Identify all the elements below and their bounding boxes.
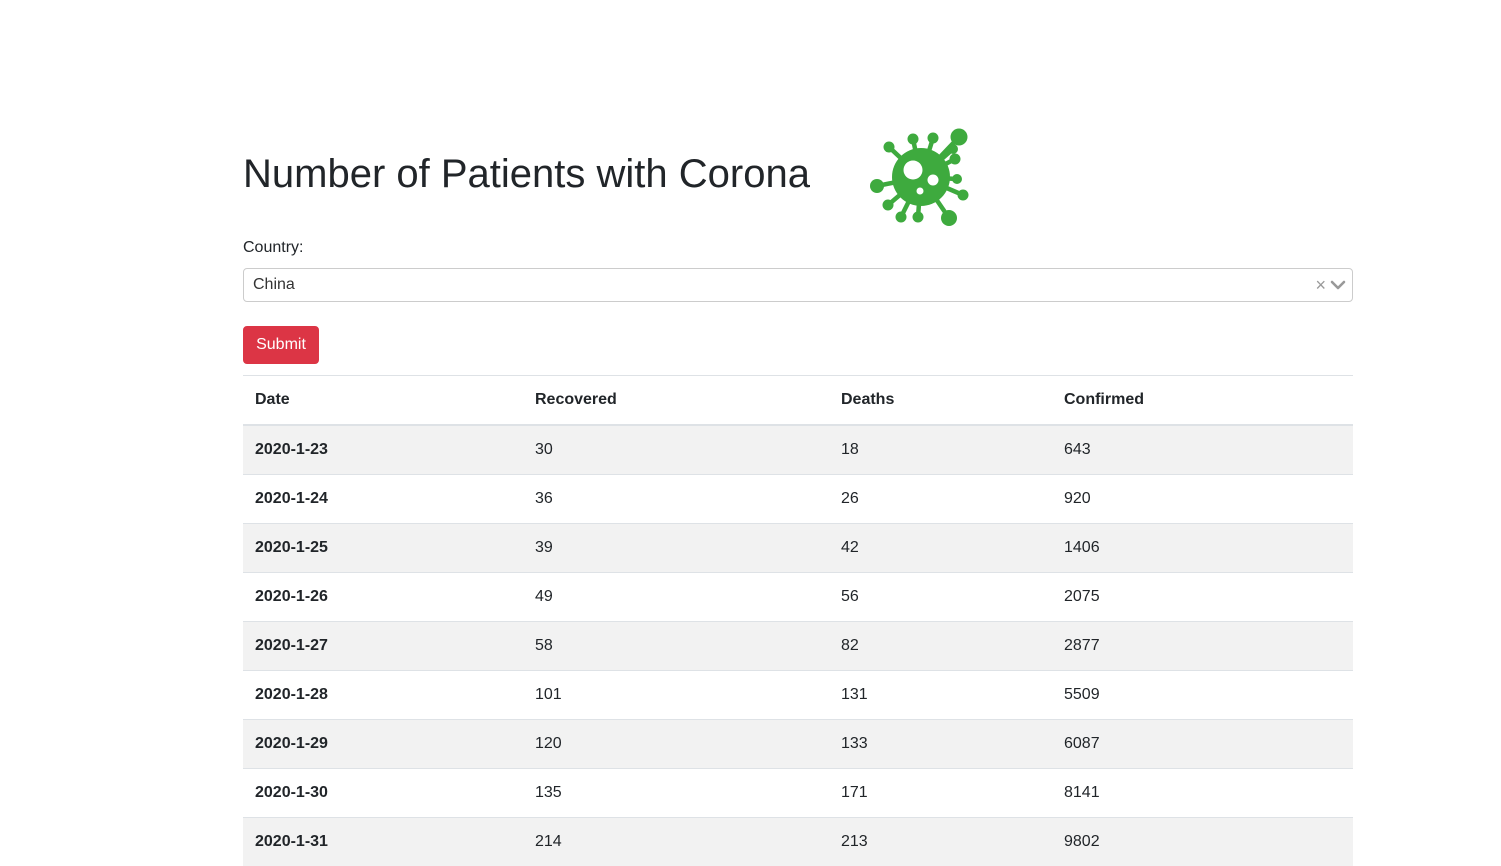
virus-icon (869, 125, 973, 229)
country-select-value: China (253, 276, 295, 294)
date-cell: 2020-1-26 (243, 573, 523, 622)
clear-icon[interactable]: × (1315, 275, 1326, 295)
submit-button[interactable]: Submit (243, 326, 319, 364)
confirmed-cell: 2877 (1052, 622, 1353, 671)
deaths-cell: 82 (829, 622, 1052, 671)
recovered-cell: 135 (523, 769, 829, 818)
patients-table: Date Recovered Deaths Confirmed 2020-1-2… (243, 375, 1353, 866)
deaths-cell: 171 (829, 769, 1052, 818)
deaths-cell: 133 (829, 720, 1052, 769)
page-header: Number of Patients with Corona (243, 120, 1353, 232)
date-cell: 2020-1-23 (243, 425, 523, 475)
date-cell: 2020-1-25 (243, 524, 523, 573)
table-header-row: Date Recovered Deaths Confirmed (243, 376, 1353, 426)
date-cell: 2020-1-29 (243, 720, 523, 769)
table-row: 2020-1-2539421406 (243, 524, 1353, 573)
date-cell: 2020-1-28 (243, 671, 523, 720)
table-row: 2020-1-312142139802 (243, 818, 1353, 866)
table-row: 2020-1-2758822877 (243, 622, 1353, 671)
deaths-cell: 26 (829, 475, 1052, 524)
date-cell: 2020-1-30 (243, 769, 523, 818)
recovered-cell: 39 (523, 524, 829, 573)
country-label: Country: (243, 238, 303, 258)
column-header-deaths: Deaths (829, 376, 1052, 426)
table-row: 2020-1-2649562075 (243, 573, 1353, 622)
date-cell: 2020-1-27 (243, 622, 523, 671)
recovered-cell: 101 (523, 671, 829, 720)
confirmed-cell: 643 (1052, 425, 1353, 475)
confirmed-cell: 920 (1052, 475, 1353, 524)
confirmed-cell: 2075 (1052, 573, 1353, 622)
confirmed-cell: 8141 (1052, 769, 1353, 818)
confirmed-cell: 9802 (1052, 818, 1353, 866)
chevron-down-icon[interactable] (1330, 279, 1346, 291)
table-body: 2020-1-2330186432020-1-2436269202020-1-2… (243, 425, 1353, 866)
deaths-cell: 18 (829, 425, 1052, 475)
recovered-cell: 49 (523, 573, 829, 622)
table-row: 2020-1-281011315509 (243, 671, 1353, 720)
recovered-cell: 214 (523, 818, 829, 866)
country-select[interactable]: China × (243, 268, 1353, 302)
column-header-confirmed: Confirmed (1052, 376, 1353, 426)
recovered-cell: 36 (523, 475, 829, 524)
column-header-date: Date (243, 376, 523, 426)
confirmed-cell: 5509 (1052, 671, 1353, 720)
date-cell: 2020-1-24 (243, 475, 523, 524)
recovered-cell: 120 (523, 720, 829, 769)
confirmed-cell: 1406 (1052, 524, 1353, 573)
deaths-cell: 56 (829, 573, 1052, 622)
deaths-cell: 131 (829, 671, 1052, 720)
table-row: 2020-1-291201336087 (243, 720, 1353, 769)
deaths-cell: 213 (829, 818, 1052, 866)
deaths-cell: 42 (829, 524, 1052, 573)
confirmed-cell: 6087 (1052, 720, 1353, 769)
column-header-recovered: Recovered (523, 376, 829, 426)
date-cell: 2020-1-31 (243, 818, 523, 866)
page-title: Number of Patients with Corona (243, 150, 810, 198)
table-row: 2020-1-301351718141 (243, 769, 1353, 818)
table-row: 2020-1-233018643 (243, 425, 1353, 475)
recovered-cell: 58 (523, 622, 829, 671)
table-row: 2020-1-243626920 (243, 475, 1353, 524)
recovered-cell: 30 (523, 425, 829, 475)
